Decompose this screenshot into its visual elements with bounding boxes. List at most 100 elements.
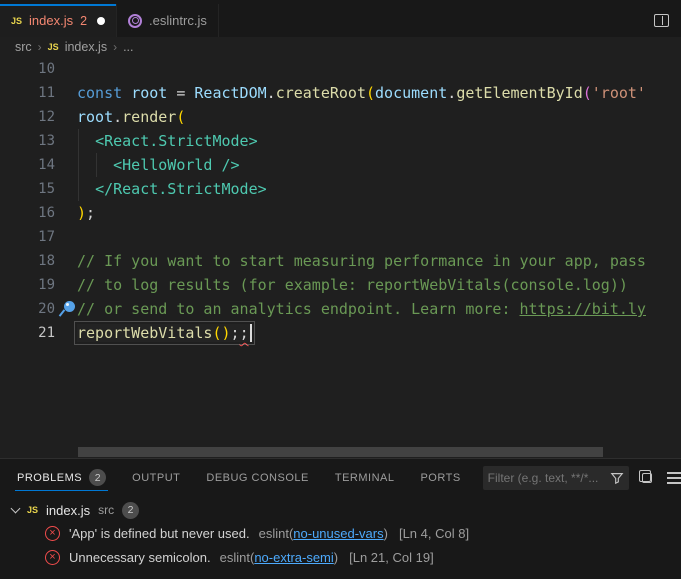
code-token: ; <box>240 324 249 342</box>
vscode-window: JS index.js 2 .eslintrc.js src › JS index.j… <box>0 0 681 579</box>
code-token: () <box>212 324 230 342</box>
code-line[interactable]: root.render( <box>77 105 681 129</box>
panel-tab-output[interactable]: OUTPUT <box>128 459 184 496</box>
panel-tab-label: DEBUG CONSOLE <box>206 472 308 484</box>
filter-input[interactable] <box>488 471 607 485</box>
breadcrumb: src › JS index.js › ... <box>0 37 681 57</box>
problems-file-row[interactable]: JS index.js src 2 <box>0 499 681 521</box>
problems-list: JS index.js src 2 ×'App' is defined but … <box>0 496 681 579</box>
code-line[interactable] <box>77 57 681 81</box>
code-line[interactable]: reportWebVitals();; <box>77 321 681 345</box>
editor-tab-bar: JSindex.js2.eslintrc.js <box>0 0 681 37</box>
tab-index-js[interactable]: JSindex.js2 <box>0 4 117 37</box>
split-editor-icon[interactable] <box>654 14 669 27</box>
problem-row[interactable]: ×Unnecessary semicolon.eslint(no-extra-s… <box>0 545 681 569</box>
code-token: root <box>77 108 113 126</box>
panel-tab-label: TERMINAL <box>335 472 395 484</box>
code-token: ( <box>583 84 592 102</box>
tab-label: index.js <box>29 13 73 28</box>
line-number[interactable]: 13 <box>0 129 55 153</box>
bottom-panel: PROBLEMS 2 OUTPUT DEBUG CONSOLE TERMINAL PORT… <box>0 458 681 579</box>
problem-message: Unnecessary semicolon. <box>69 550 211 565</box>
editor-line: 11const root = ReactDOM.createRoot(docum… <box>0 81 681 105</box>
editor-line: 13 <React.StrictMode> <box>0 129 681 153</box>
editor-line: 16); <box>0 201 681 225</box>
panel-tab-debug-console[interactable]: DEBUG CONSOLE <box>202 459 312 496</box>
editor-line: 20 // or send to an analytics endpoint. L… <box>0 297 681 321</box>
code-token: document <box>375 84 447 102</box>
lightbulb-pin-icon[interactable] <box>64 301 75 312</box>
problem-items: ×'App' is defined but never used.eslint(… <box>0 521 681 569</box>
code-token <box>77 132 95 150</box>
eslint-rule-link[interactable]: no-unused-vars <box>293 526 383 541</box>
panel-toolbar <box>642 472 681 483</box>
editor-line: 10 <box>0 57 681 81</box>
line-number[interactable]: 12 <box>0 105 55 129</box>
problem-row[interactable]: ×'App' is defined but never used.eslint(… <box>0 521 681 545</box>
code-token: ( <box>366 84 375 102</box>
modified-dot-icon[interactable] <box>97 17 105 25</box>
line-number[interactable]: 11 <box>0 81 55 105</box>
problems-count-badge: 2 <box>122 502 139 519</box>
chevron-down-icon[interactable] <box>11 503 21 513</box>
tab-error-count: 2 <box>80 14 87 28</box>
problem-source: eslint(no-unused-vars) <box>259 526 388 541</box>
comment-link[interactable]: https://bit.ly <box>520 300 646 318</box>
line-number[interactable]: 14 <box>0 153 55 177</box>
panel-tab-terminal[interactable]: TERMINAL <box>331 459 399 496</box>
line-number[interactable]: 17 <box>0 225 55 249</box>
chevron-right-icon: › <box>38 40 42 54</box>
line-number[interactable]: 15 <box>0 177 55 201</box>
editor-lines: 1011const root = ReactDOM.createRoot(doc… <box>0 57 681 345</box>
problem-source: eslint(no-extra-semi) <box>220 550 339 565</box>
line-number[interactable]: 18 <box>0 249 55 273</box>
code-line[interactable]: // to log results (for example: reportWe… <box>77 273 681 297</box>
problem-location: [Ln 4, Col 8] <box>399 526 469 541</box>
chevron-right-icon: › <box>113 40 117 54</box>
line-number[interactable]: 19 <box>0 273 55 297</box>
code-line[interactable]: ); <box>77 201 681 225</box>
panel-tab-list: PROBLEMS 2 OUTPUT DEBUG CONSOLE TERMINAL PORT… <box>13 459 483 496</box>
panel-tab-label: PORTS <box>420 472 460 484</box>
breadcrumb-file[interactable]: index.js <box>65 40 107 54</box>
panel-tab-ports[interactable]: PORTS <box>416 459 464 496</box>
code-editor[interactable]: 1011const root = ReactDOM.createRoot(doc… <box>0 57 681 458</box>
panel-tab-badge: 2 <box>89 469 106 486</box>
js-file-icon: JS <box>48 42 59 52</box>
code-line[interactable]: <HelloWorld /> <box>77 153 681 177</box>
code-token: <HelloWorld /> <box>113 156 239 174</box>
code-token: ) <box>77 204 86 222</box>
view-as-table-icon[interactable] <box>667 472 681 474</box>
code-line[interactable]: const root = ReactDOM.createRoot(documen… <box>77 81 681 105</box>
breadcrumb-symbol[interactable]: ... <box>123 40 133 54</box>
line-number[interactable]: 10 <box>0 57 55 81</box>
code-line[interactable]: // or send to an analytics endpoint. Lea… <box>77 297 681 321</box>
code-line[interactable]: <React.StrictMode> <box>77 129 681 153</box>
editor-actions <box>654 4 681 37</box>
code-line[interactable]: </React.StrictMode> <box>77 177 681 201</box>
indent-guide <box>78 153 79 177</box>
editor-line: 15 </React.StrictMode> <box>0 177 681 201</box>
filter-icon[interactable] <box>610 471 624 485</box>
panel-tab-problems[interactable]: PROBLEMS 2 <box>13 459 110 496</box>
horizontal-scrollbar[interactable] <box>78 447 603 457</box>
tab-list: JSindex.js2.eslintrc.js <box>0 4 219 37</box>
eslint-rule-link[interactable]: no-extra-semi <box>254 550 333 565</box>
copy-icon[interactable] <box>642 473 652 483</box>
line-number[interactable]: 20 <box>0 297 55 321</box>
text-cursor <box>250 324 252 342</box>
editor-line: 18 // If you want to start measuring perf… <box>0 249 681 273</box>
code-line[interactable]: // If you want to start measuring perfor… <box>77 249 681 273</box>
line-number[interactable]: 21 <box>0 321 55 345</box>
panel-tab-label: PROBLEMS <box>17 472 82 484</box>
code-token: . <box>447 84 456 102</box>
breadcrumb-src[interactable]: src <box>15 40 32 54</box>
code-token: const <box>77 84 122 102</box>
code-line[interactable] <box>77 225 681 249</box>
code-token: = <box>167 84 194 102</box>
js-file-icon: JS <box>27 505 38 515</box>
code-token: createRoot <box>276 84 366 102</box>
tab-eslintrc-js[interactable]: .eslintrc.js <box>117 4 219 37</box>
line-number[interactable]: 16 <box>0 201 55 225</box>
problems-filter <box>483 466 629 490</box>
